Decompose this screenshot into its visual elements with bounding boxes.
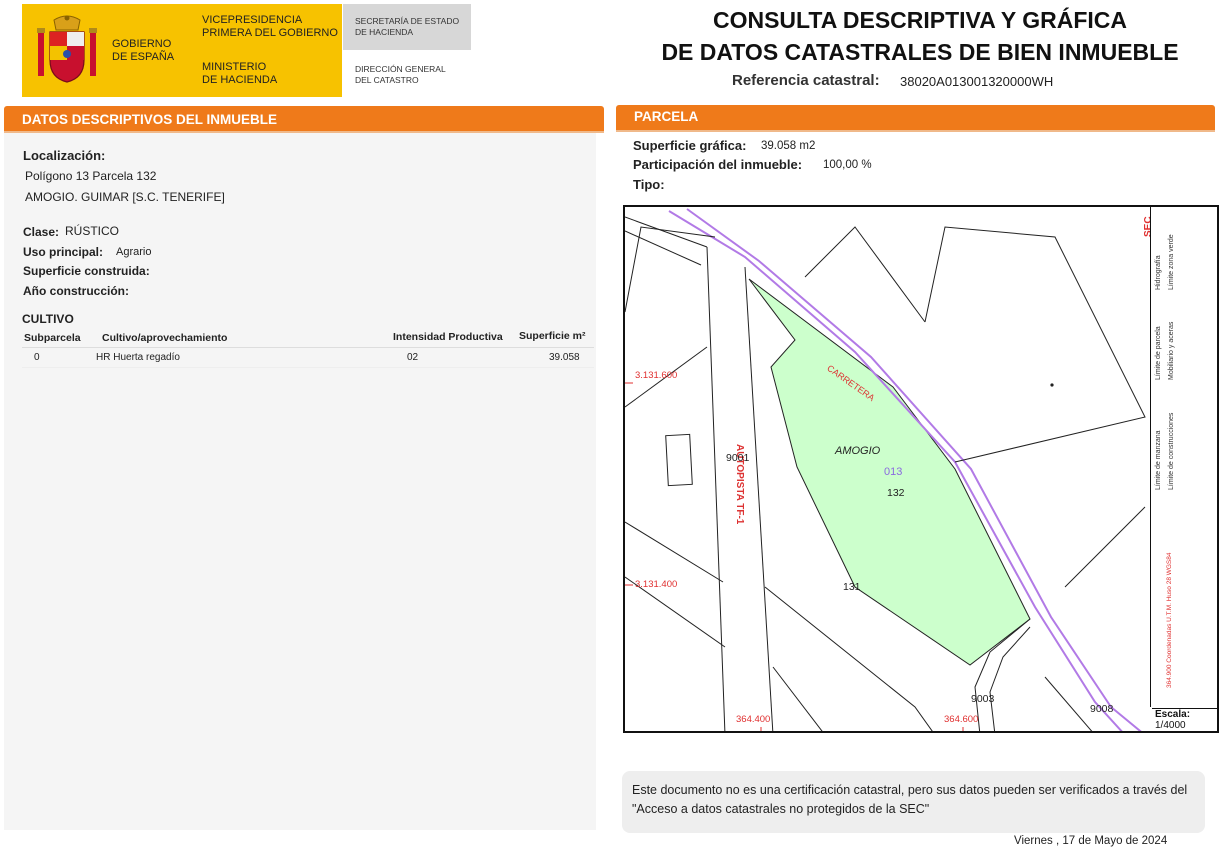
table-header-cultivo: Cultivo/aprovechamiento (102, 332, 228, 344)
superficie-grafica-value: 39.058 m2 (761, 140, 816, 152)
parcel-number: 9001 (726, 452, 750, 464)
table-cell-superficie: 39.058 (549, 352, 580, 363)
parcel-number[interactable]: 132 (887, 487, 905, 499)
legend-divider (1150, 207, 1151, 707)
participacion-value: 100,00 % (823, 159, 872, 171)
gobierno-text: GOBIERNO DE ESPAÑA (112, 38, 175, 63)
loc-line1: Polígono 13 Parcela 132 (25, 169, 157, 183)
coord-y-label: 3.131.400 (635, 579, 678, 590)
place-label: AMOGIO (835, 445, 881, 457)
coord-x-label: 364.600 (944, 714, 979, 725)
table-divider (22, 367, 594, 368)
table-header-subparcela: Subparcela (24, 332, 81, 344)
table-cell-cultivo: HR Huerta regadío (96, 352, 180, 363)
ref-value: 38020A013001320000WH (900, 74, 1054, 89)
section-header-descriptivos: DATOS DESCRIPTIVOS DEL INMUEBLE (4, 106, 604, 132)
clase-value: RÚSTICO (65, 224, 119, 238)
band-underline (616, 130, 1215, 132)
table-divider (22, 347, 594, 348)
clase-label: Clase: (23, 225, 60, 239)
legend-coords: 364.900 Coordenadas U.T.M. Huso 28 WGS84 (1166, 552, 1173, 689)
cadastral-map[interactable]: 3.131.600 3.131.400 364.400 364.600 CARR… (623, 205, 1219, 733)
scale-box: Escala: 1/4000 (1152, 708, 1218, 732)
coord-x-label: 364.400 (736, 714, 771, 725)
cultivo-title: CULTIVO (22, 312, 74, 326)
secretaria-text: SECRETARÍA DE ESTADO DE HACIENDA (355, 16, 460, 37)
direccion-text: DIRECCIÓN GENERAL DEL CATASTRO (355, 64, 446, 85)
section-header-parcela: PARCELA (616, 105, 1215, 131)
loc-line2: AMOGIO. GUIMAR [S.C. TENERIFE] (25, 190, 225, 204)
table-cell-subparcela: 0 (34, 352, 40, 363)
sec-watermark: SEC (1143, 216, 1154, 237)
participacion-label: Participación del inmueble: (633, 157, 803, 172)
loc-label: Localización: (23, 148, 106, 163)
superficie-grafica-label: Superficie gráfica: (633, 138, 747, 153)
table-cell-intensidad: 02 (407, 352, 419, 363)
table-header-intensidad: Intensidad Productiva (393, 331, 503, 343)
parcel-number: 9003 (971, 693, 995, 705)
ministerio-text: MINISTERIO DE HACIENDA (202, 61, 278, 86)
map-drawing (625, 208, 1146, 731)
disclaimer-note: Este documento no es una certificación c… (622, 771, 1205, 833)
vicepresidencia-text: VICEPRESIDENCIA PRIMERA DEL GOBIERNO (202, 14, 338, 39)
government-logo: GOBIERNO DE ESPAÑA VICEPRESIDENCIA PRIMERA… (22, 4, 342, 97)
polygon-number: 013 (884, 466, 903, 478)
uso-value: Agrario (116, 246, 152, 258)
anio-construccion-label: Año construcción: (23, 284, 130, 298)
ref-label: Referencia catastral: (732, 72, 880, 89)
parcel-number: 9008 (1090, 703, 1114, 715)
scale-value: 1/4000 (1155, 720, 1186, 731)
document-date: Viernes , 17 de Mayo de 2024 (1014, 835, 1168, 847)
coat-of-arms-icon (37, 15, 97, 83)
parcel-number[interactable]: 131 (843, 581, 861, 593)
table-header-superficie: Superficie m² (519, 330, 586, 342)
coord-y-label: 3.131.600 (635, 370, 678, 381)
scale-label: Escala: (1155, 709, 1191, 720)
document-title: CONSULTA DESCRIPTIVA Y GRÁFICA DE DATOS … (661, 7, 1179, 65)
superficie-construida-label: Superficie construida: (23, 264, 150, 278)
uso-label: Uso principal: (23, 245, 104, 259)
tipo-label: Tipo: (633, 177, 665, 192)
